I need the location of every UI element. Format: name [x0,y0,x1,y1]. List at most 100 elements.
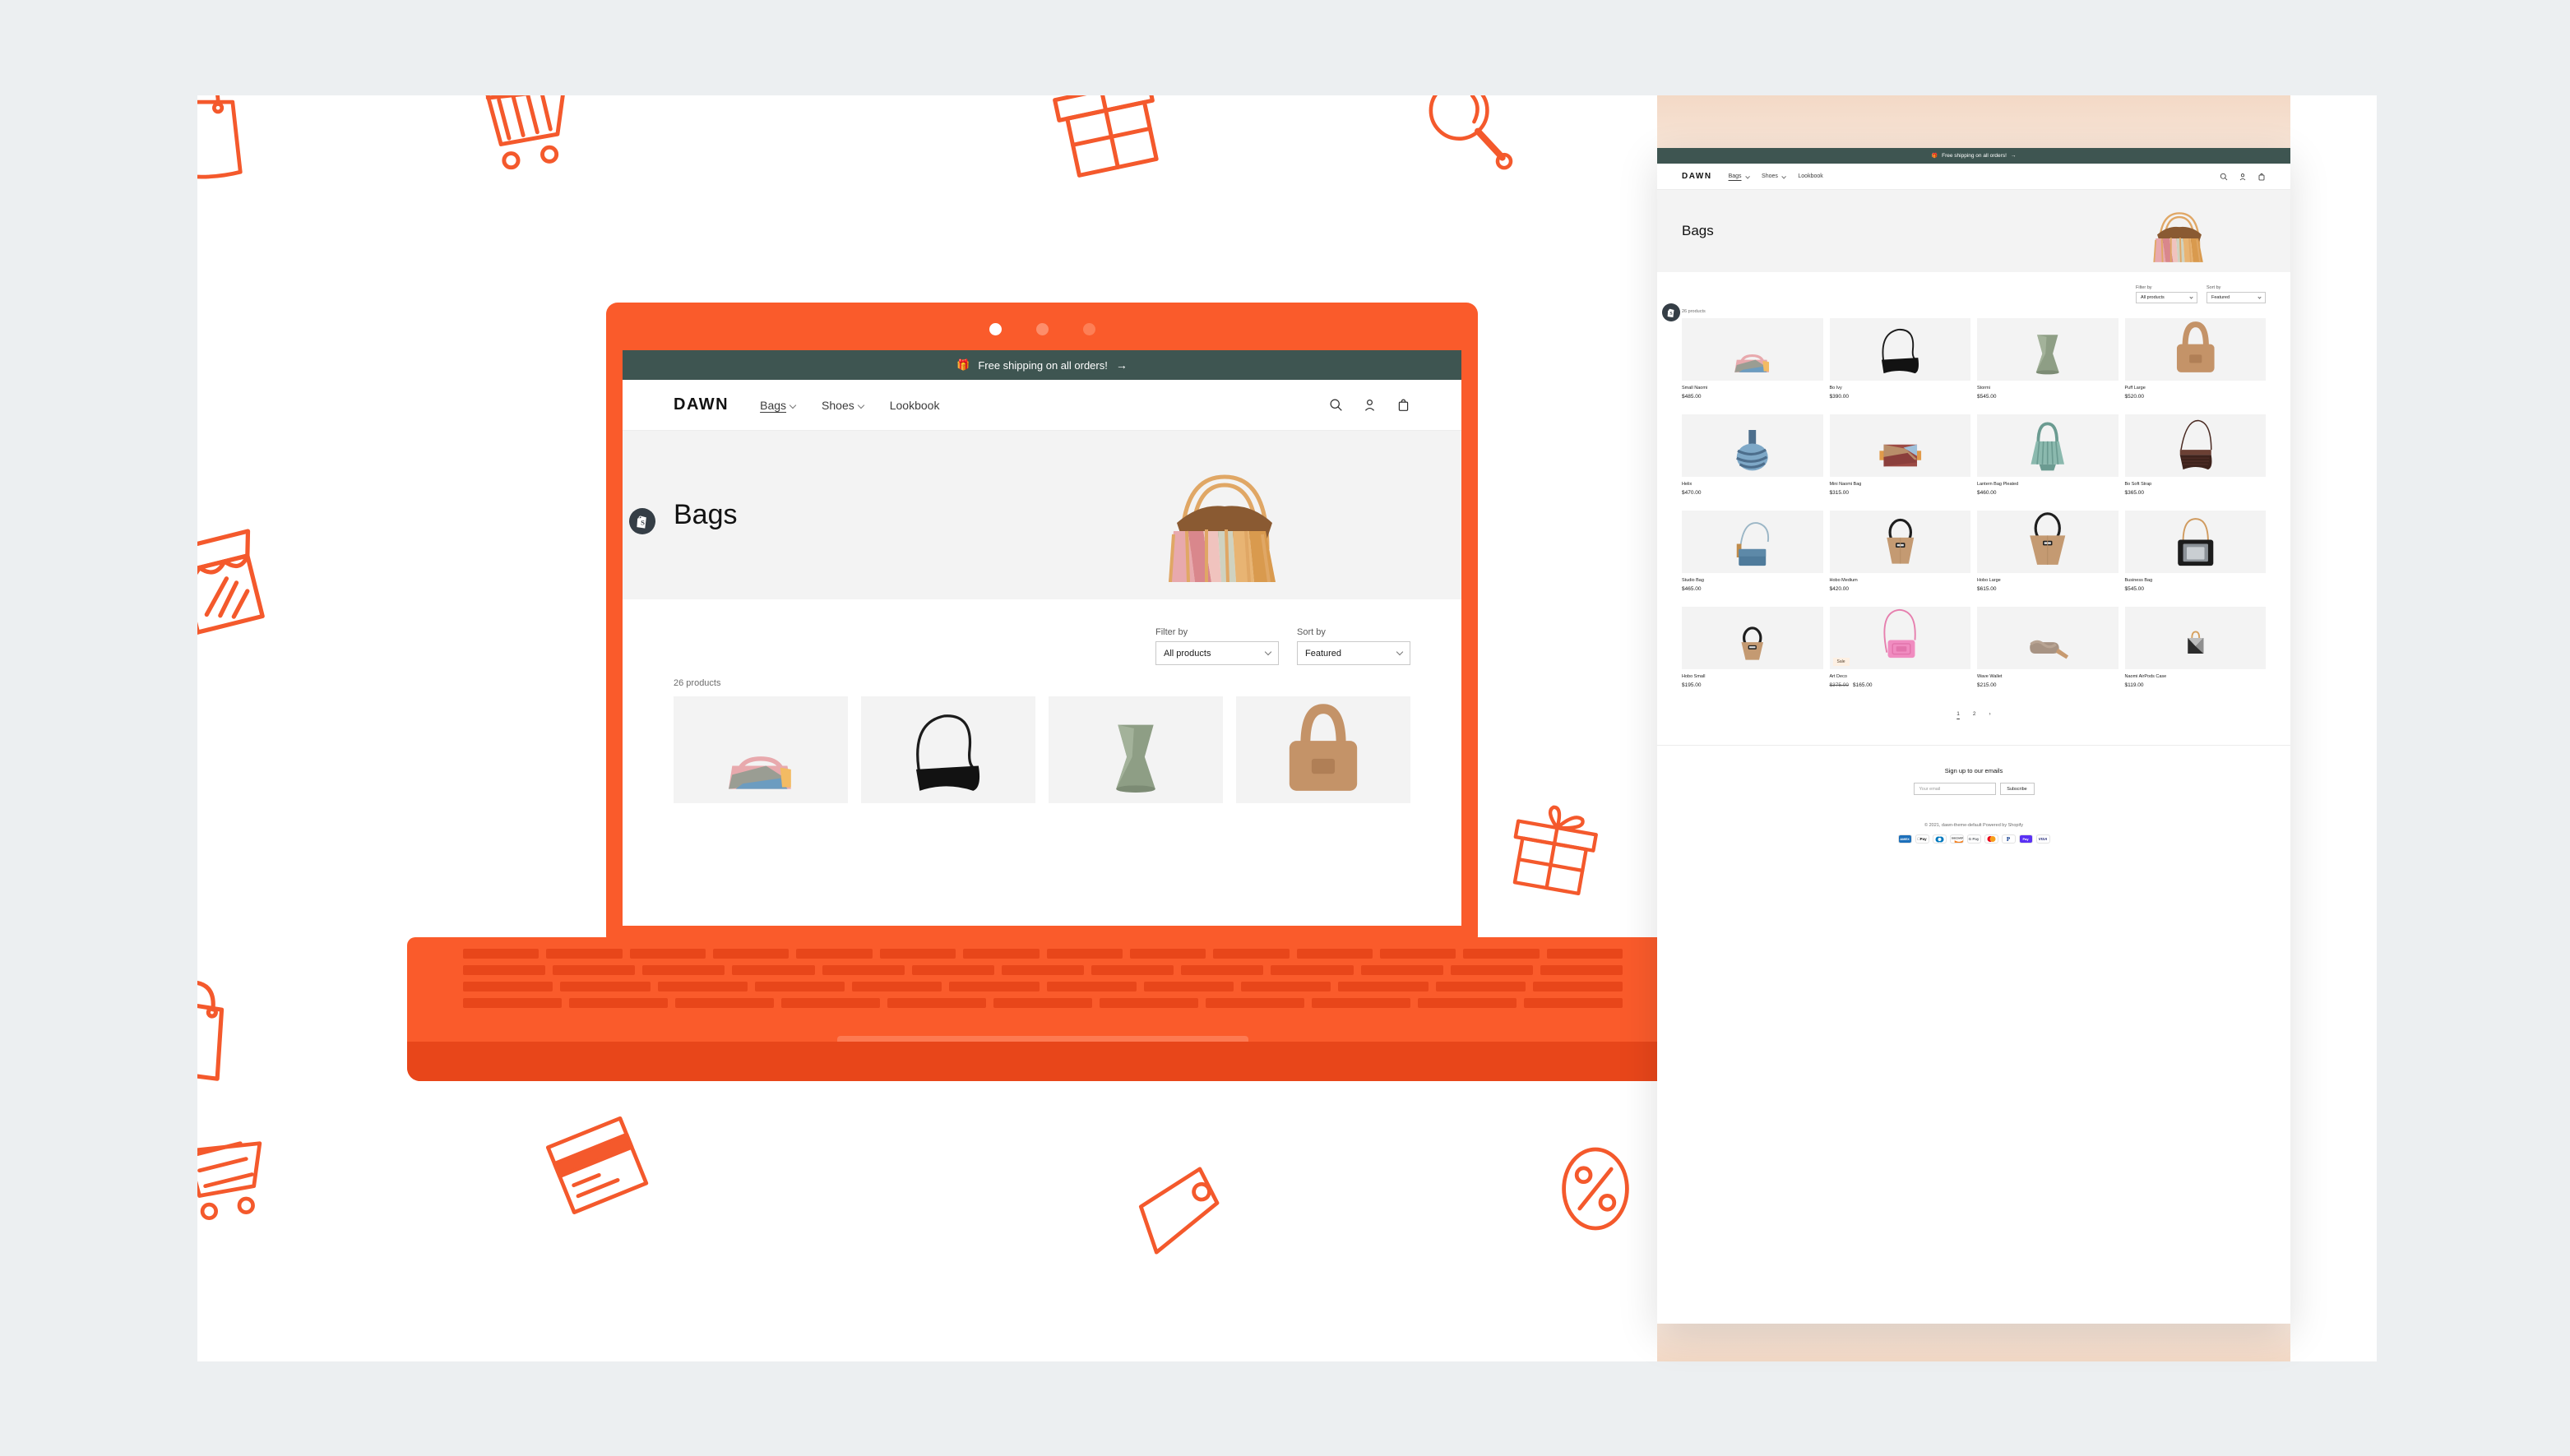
product-card[interactable]: Stormi $545.00 [1977,318,2119,400]
product-card[interactable]: Sale Art Deco $375.00 $165.00 [1829,607,1971,688]
product-title[interactable]: Puff Large [2125,386,2267,391]
account-icon[interactable] [2239,173,2247,181]
keyboard-row [463,982,1623,991]
email-placeholder: Your email [1919,786,1941,792]
account-icon[interactable] [1363,398,1377,412]
product-card[interactable] [861,696,1035,803]
gift-icon: 🎁 [1931,154,1938,159]
product-card[interactable]: Hobo Medium $420.00 [1829,511,1971,592]
sort-select[interactable]: Featured [2206,292,2266,303]
product-price: $165.00 [1853,682,1873,688]
product-title[interactable]: Bo Ivy [1830,386,1971,391]
product-title[interactable]: Naomi AirPods Case [2125,674,2267,679]
nav-label: Lookbook [889,398,940,412]
chevron-down-icon [2257,294,2262,299]
header-icons [1329,398,1410,412]
search-icon[interactable] [1329,398,1343,412]
product-title[interactable]: Art Deco [1830,674,1971,679]
product-title[interactable]: Bo Soft Strap [2125,482,2267,487]
sort-select[interactable]: Featured [1297,641,1410,665]
tote-bag-icon [197,975,238,1086]
apple-pay-icon: Pay [1915,834,1929,844]
product-title[interactable]: Business Bag [2125,578,2267,583]
nav-item-shoes[interactable]: Shoes [822,399,864,412]
shopify-badge[interactable]: S [1662,303,1680,321]
product-title[interactable]: Stormi [1977,386,2119,391]
shopify-badge[interactable]: S [629,508,655,534]
nav-item-shoes[interactable]: Shoes [1762,173,1786,179]
nav-item-bags[interactable]: Bags [1729,173,1749,179]
cart-icon[interactable] [2257,173,2266,181]
next-page-icon[interactable]: › [1989,711,1991,717]
product-image [1682,318,1823,381]
product-card[interactable]: Hobo Large $615.00 [1977,511,2119,592]
nav-item-lookbook[interactable]: Lookbook [1798,173,1822,179]
product-title[interactable]: Wave Wallet [1977,674,2119,679]
product-title[interactable]: Hobo Medium [1830,578,1971,583]
site-header: DAWN Bags Shoes Lookbook [1657,164,2290,190]
product-card[interactable]: Business Bag $545.00 [2124,511,2267,592]
search-icon[interactable] [2220,173,2228,181]
chevron-down-icon [1781,174,1786,178]
product-card[interactable]: Helix $470.00 [1682,414,1823,496]
svg-text:DISCOVER: DISCOVER [1951,836,1962,839]
collection-toolbar: Filter by All products Sort by Featured … [1657,272,2290,314]
product-title[interactable]: Studio Bag [1682,578,1823,583]
product-card[interactable]: Wave Wallet $215.00 [1977,607,2119,688]
page-1-link[interactable]: 1 [1956,711,1960,717]
page-title: Bags [1682,223,1714,238]
nav-item-lookbook[interactable]: Lookbook [890,399,940,412]
product-card[interactable]: Bo Ivy $390.00 [1829,318,1971,400]
email-field[interactable]: Your email [1913,783,1996,795]
announcement-arrow-icon[interactable]: → [1116,358,1128,372]
filter-label: Filter by [1155,627,1188,637]
product-image [1049,696,1223,803]
cart-icon[interactable] [1396,398,1410,412]
trackpad[interactable] [836,1036,1248,1061]
product-price: $465.00 [1682,586,1702,592]
sort-label: Sort by [1297,627,1326,637]
product-card[interactable]: Naomi AirPods Case $119.00 [2124,607,2267,688]
product-price: $365.00 [2124,490,2145,496]
filter-select[interactable]: All products [2136,292,2197,303]
carousel-dots[interactable] [606,321,1478,337]
product-card[interactable]: Hobo Small $195.00 [1682,607,1823,688]
page-2-link[interactable]: 2 [1973,711,1976,717]
product-card[interactable]: Bo Soft Strap $365.00 [2124,414,2267,496]
product-card[interactable]: Mini Naomi Bag $315.00 [1829,414,1971,496]
shopping-cart-icon [465,95,576,173]
product-card[interactable] [674,696,848,803]
product-card[interactable] [1236,696,1410,803]
product-card[interactable]: Studio Bag $465.00 [1682,511,1823,592]
product-card[interactable]: Small Naomi $485.00 [1682,318,1823,400]
filter-label: Filter by [2136,285,2152,290]
product-card[interactable]: Puff Large $520.00 [2124,318,2267,400]
product-card[interactable]: Lantern Bag Pleated $460.00 [1977,414,2119,496]
product-title[interactable]: Hobo Small [1682,674,1823,679]
nav-item-bags[interactable]: Bags [760,399,797,412]
product-title[interactable]: Hobo Large [1977,578,2119,583]
carousel-dot-3[interactable] [1082,322,1095,335]
product-price: $460.00 [1977,490,1997,496]
product-title[interactable]: Mini Naomi Bag [1830,482,1971,487]
product-title[interactable]: Lantern Bag Pleated [1977,482,2119,487]
chevron-down-icon [2189,294,2193,299]
carousel-dot-2[interactable] [1035,322,1049,335]
subscribe-button[interactable]: Subscribe [1999,783,2035,795]
newsletter-heading: Sign up to our emails [1944,767,2003,774]
panel-top-fade [1657,95,2290,148]
site-logo[interactable]: DAWN [674,395,729,414]
product-title[interactable]: Helix [1682,482,1823,487]
product-card[interactable] [1049,696,1223,803]
product-image [1236,696,1410,803]
announcement-arrow-icon[interactable]: → [2011,153,2017,159]
product-price: $315.00 [1829,490,1850,496]
laptop-mockup: 🎁 Free shipping on all orders! → DAWN Ba… [407,303,1678,1264]
carousel-dot-1[interactable] [989,322,1002,335]
site-logo[interactable]: DAWN [1682,172,1712,181]
filter-select[interactable]: All products [1155,641,1279,665]
product-title[interactable]: Small Naomi [1682,386,1823,391]
chevron-down-icon [1264,648,1272,656]
storefront-page: 🎁 Free shipping on all orders! → DAWN Ba… [1657,148,2290,1324]
keyboard-row [463,949,1623,959]
